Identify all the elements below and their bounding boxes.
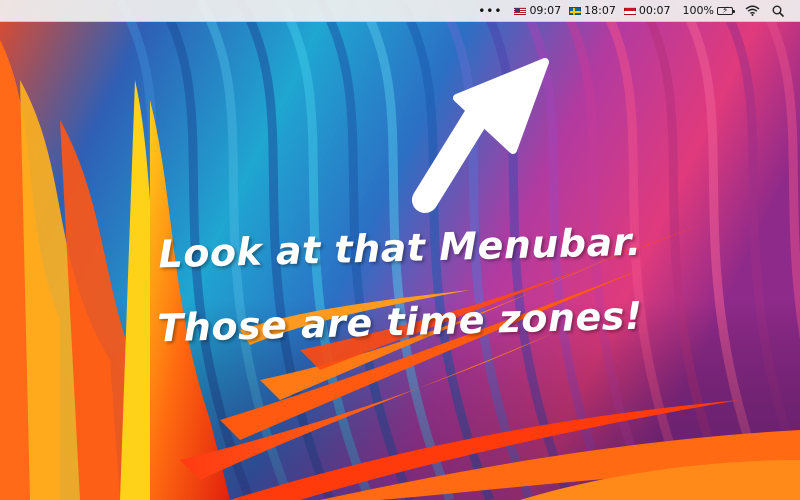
battery-percent: 100%: [682, 4, 714, 17]
clock-sweden-time: 18:07: [584, 4, 616, 17]
wifi-icon[interactable]: [745, 0, 760, 22]
arrow-pointing-to-menubar-icon: [412, 58, 549, 213]
clock-sweden[interactable]: 18:07: [569, 0, 616, 22]
clock-indonesia[interactable]: 00:07: [623, 0, 671, 22]
indonesia-flag-icon: [623, 6, 636, 15]
clock-indonesia-time: 00:07: [638, 4, 671, 17]
search-icon[interactable]: [772, 0, 784, 22]
menubar: ••• 09:07 18:07 00:07 100% ⚡: [0, 0, 800, 22]
clock-us-time: 09:07: [529, 4, 562, 17]
desktop-screen: ••• 09:07 18:07 00:07 100% ⚡ Look at tha…: [0, 0, 800, 500]
sweden-flag-icon: [569, 6, 582, 15]
battery-status[interactable]: 100% ⚡: [682, 0, 735, 22]
us-flag-icon: [514, 6, 527, 15]
more-menubar-items-icon[interactable]: •••: [478, 0, 502, 22]
battery-charging-icon: ⚡: [717, 6, 735, 16]
clock-us[interactable]: 09:07: [514, 0, 561, 22]
